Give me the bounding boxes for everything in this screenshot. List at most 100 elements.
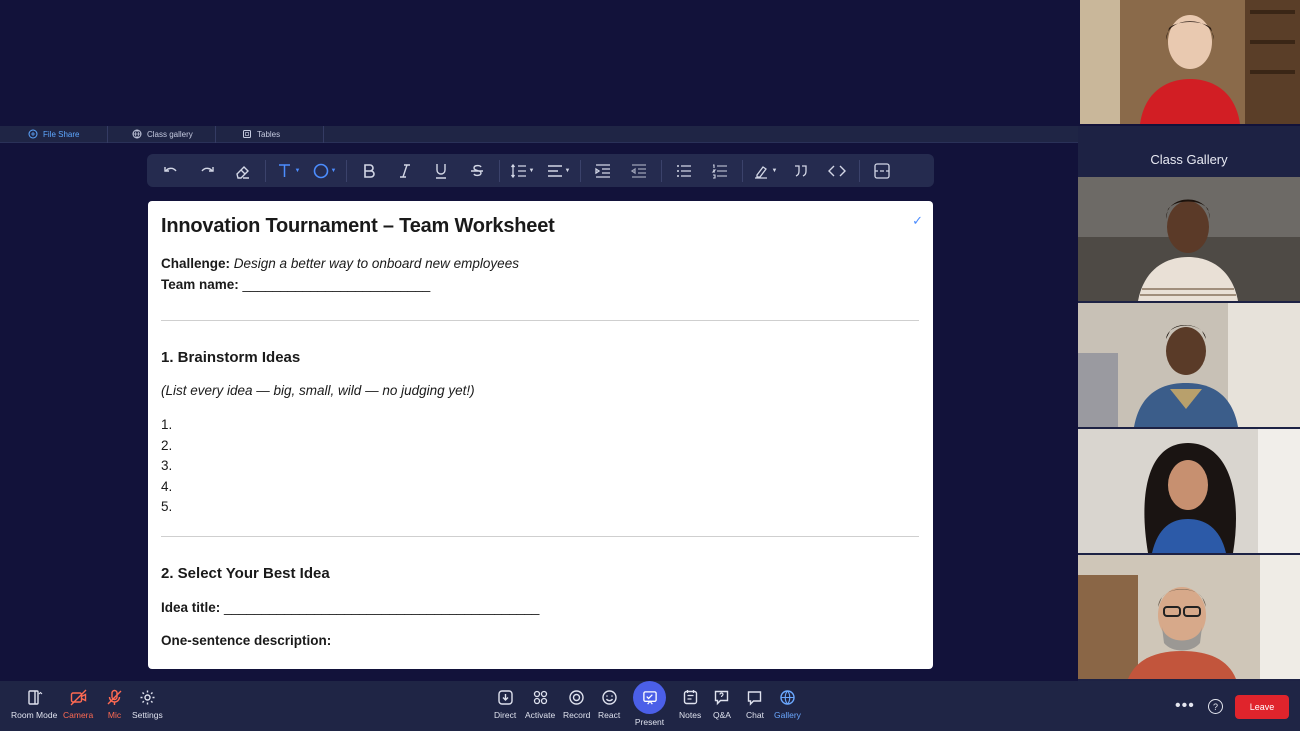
record-label: Record — [563, 710, 591, 720]
chat-label: Chat — [746, 710, 764, 720]
present-button-circle[interactable] — [633, 681, 666, 714]
chat-button[interactable]: Chat — [746, 689, 764, 720]
tab-tables[interactable]: Tables — [216, 125, 324, 143]
team-name-blank: _________________________ — [242, 277, 431, 292]
chevron-down-icon: ▼ — [330, 167, 337, 174]
worksheet-document[interactable]: ✓ Innovation Tournament – Team Worksheet… — [148, 201, 933, 669]
presenter-image — [1080, 0, 1300, 124]
page-break-icon — [874, 162, 890, 179]
notes-button[interactable]: Notes — [679, 689, 701, 720]
section-2-title: 2. Select Your Best Idea — [161, 564, 330, 582]
align-icon — [547, 164, 562, 177]
mic-label: Mic — [107, 710, 122, 720]
list-item: 3. — [161, 458, 173, 474]
direct-button[interactable]: Direct — [494, 689, 516, 720]
gallery-label: Gallery — [774, 710, 801, 720]
bold-icon — [364, 163, 375, 178]
undo-button[interactable] — [153, 157, 189, 185]
more-options-button[interactable]: ••• — [1175, 697, 1195, 715]
toolbar-separator — [346, 159, 347, 182]
top-strip — [0, 0, 1078, 126]
text-color-button[interactable]: ▼ — [270, 157, 306, 185]
react-icon — [601, 690, 617, 705]
participant-tile-3[interactable] — [1078, 429, 1300, 553]
leave-button[interactable]: Leave — [1235, 695, 1289, 719]
fill-color-button[interactable]: ▼ — [306, 157, 342, 185]
editor-toolbar: ▼ ▼ ▼ ▼ ▼ — [147, 154, 934, 187]
react-label: React — [598, 710, 621, 720]
participant-image — [1078, 303, 1300, 427]
bullet-list-icon — [677, 164, 691, 177]
chevron-down-icon: ▼ — [528, 167, 535, 174]
participant-image — [1078, 177, 1300, 301]
settings-button[interactable]: Settings — [132, 689, 163, 720]
participant-tile-1[interactable] — [1078, 177, 1300, 301]
idea-list: 1. 2. 3. 4. 5. — [161, 417, 919, 520]
participant-image — [1078, 429, 1300, 553]
toolbar-separator — [661, 159, 662, 182]
align-button[interactable]: ▼ — [540, 157, 576, 185]
participant-tile-4[interactable] — [1078, 555, 1300, 679]
eraser-button[interactable] — [225, 157, 261, 185]
strikethrough-icon — [471, 164, 483, 176]
notes-label: Notes — [679, 710, 702, 720]
direct-icon — [497, 690, 513, 705]
qa-label: Q&A — [713, 710, 731, 720]
indent-icon — [595, 163, 610, 178]
tab-class-gallery[interactable]: Class gallery — [108, 125, 216, 143]
italic-button[interactable] — [387, 157, 423, 185]
qa-button[interactable]: Q&A — [713, 689, 731, 720]
camera-button[interactable]: Camera — [63, 689, 93, 720]
activate-button[interactable]: Activate — [525, 689, 555, 720]
indent-button[interactable] — [585, 157, 621, 185]
code-icon — [828, 165, 846, 176]
document-title: Innovation Tournament – Team Worksheet — [161, 215, 555, 237]
notes-icon — [683, 690, 697, 705]
direct-label: Direct — [494, 710, 517, 720]
list-item: 2. — [161, 437, 173, 453]
record-icon — [569, 690, 584, 705]
class-gallery-title: Class Gallery — [1078, 143, 1300, 175]
tables-icon — [243, 130, 251, 138]
highlight-icon — [754, 165, 767, 179]
section-1-title: 1. Brainstorm Ideas — [161, 349, 301, 366]
redo-button[interactable] — [189, 157, 225, 185]
line-height-button[interactable]: ▼ — [504, 157, 540, 185]
participant-image — [1078, 555, 1300, 679]
bold-button[interactable] — [351, 157, 387, 185]
react-button[interactable]: React — [598, 689, 620, 720]
undo-icon — [164, 166, 177, 172]
toolbar-separator — [742, 159, 743, 182]
toolbar-separator — [265, 159, 266, 182]
room-mode-icon — [27, 690, 43, 705]
record-button[interactable]: Record — [563, 689, 590, 720]
qa-icon — [715, 690, 729, 706]
participant-tile-2[interactable] — [1078, 303, 1300, 427]
present-button[interactable]: Present — [633, 681, 666, 727]
description-label: One-sentence description: — [161, 632, 332, 648]
team-name-line: Team name: _________________________ — [161, 277, 919, 292]
page-break-button[interactable] — [864, 157, 900, 185]
strikethrough-button[interactable] — [459, 157, 495, 185]
help-button[interactable]: ? — [1208, 699, 1223, 714]
presenter-video[interactable] — [1080, 0, 1300, 124]
gallery-button[interactable]: Gallery — [774, 689, 801, 720]
globe-icon — [132, 129, 142, 139]
numbered-list-icon — [711, 163, 727, 179]
code-button[interactable] — [819, 157, 855, 185]
chat-icon — [748, 691, 762, 706]
eraser-icon — [236, 165, 249, 179]
quote-button[interactable] — [783, 157, 819, 185]
outdent-button[interactable] — [621, 157, 657, 185]
room-mode-button[interactable]: Room Mode — [11, 689, 57, 720]
gallery-icon — [780, 690, 795, 705]
activate-label: Activate — [525, 710, 556, 720]
tab-file-share[interactable]: File Share — [0, 125, 108, 143]
activate-icon — [533, 690, 547, 705]
highlight-button[interactable]: ▼ — [747, 157, 783, 185]
mic-button[interactable]: Mic — [106, 689, 123, 720]
numbered-list-button[interactable] — [702, 157, 738, 185]
underline-button[interactable] — [423, 157, 459, 185]
list-item: 4. — [161, 478, 173, 494]
bullet-list-button[interactable] — [666, 157, 702, 185]
